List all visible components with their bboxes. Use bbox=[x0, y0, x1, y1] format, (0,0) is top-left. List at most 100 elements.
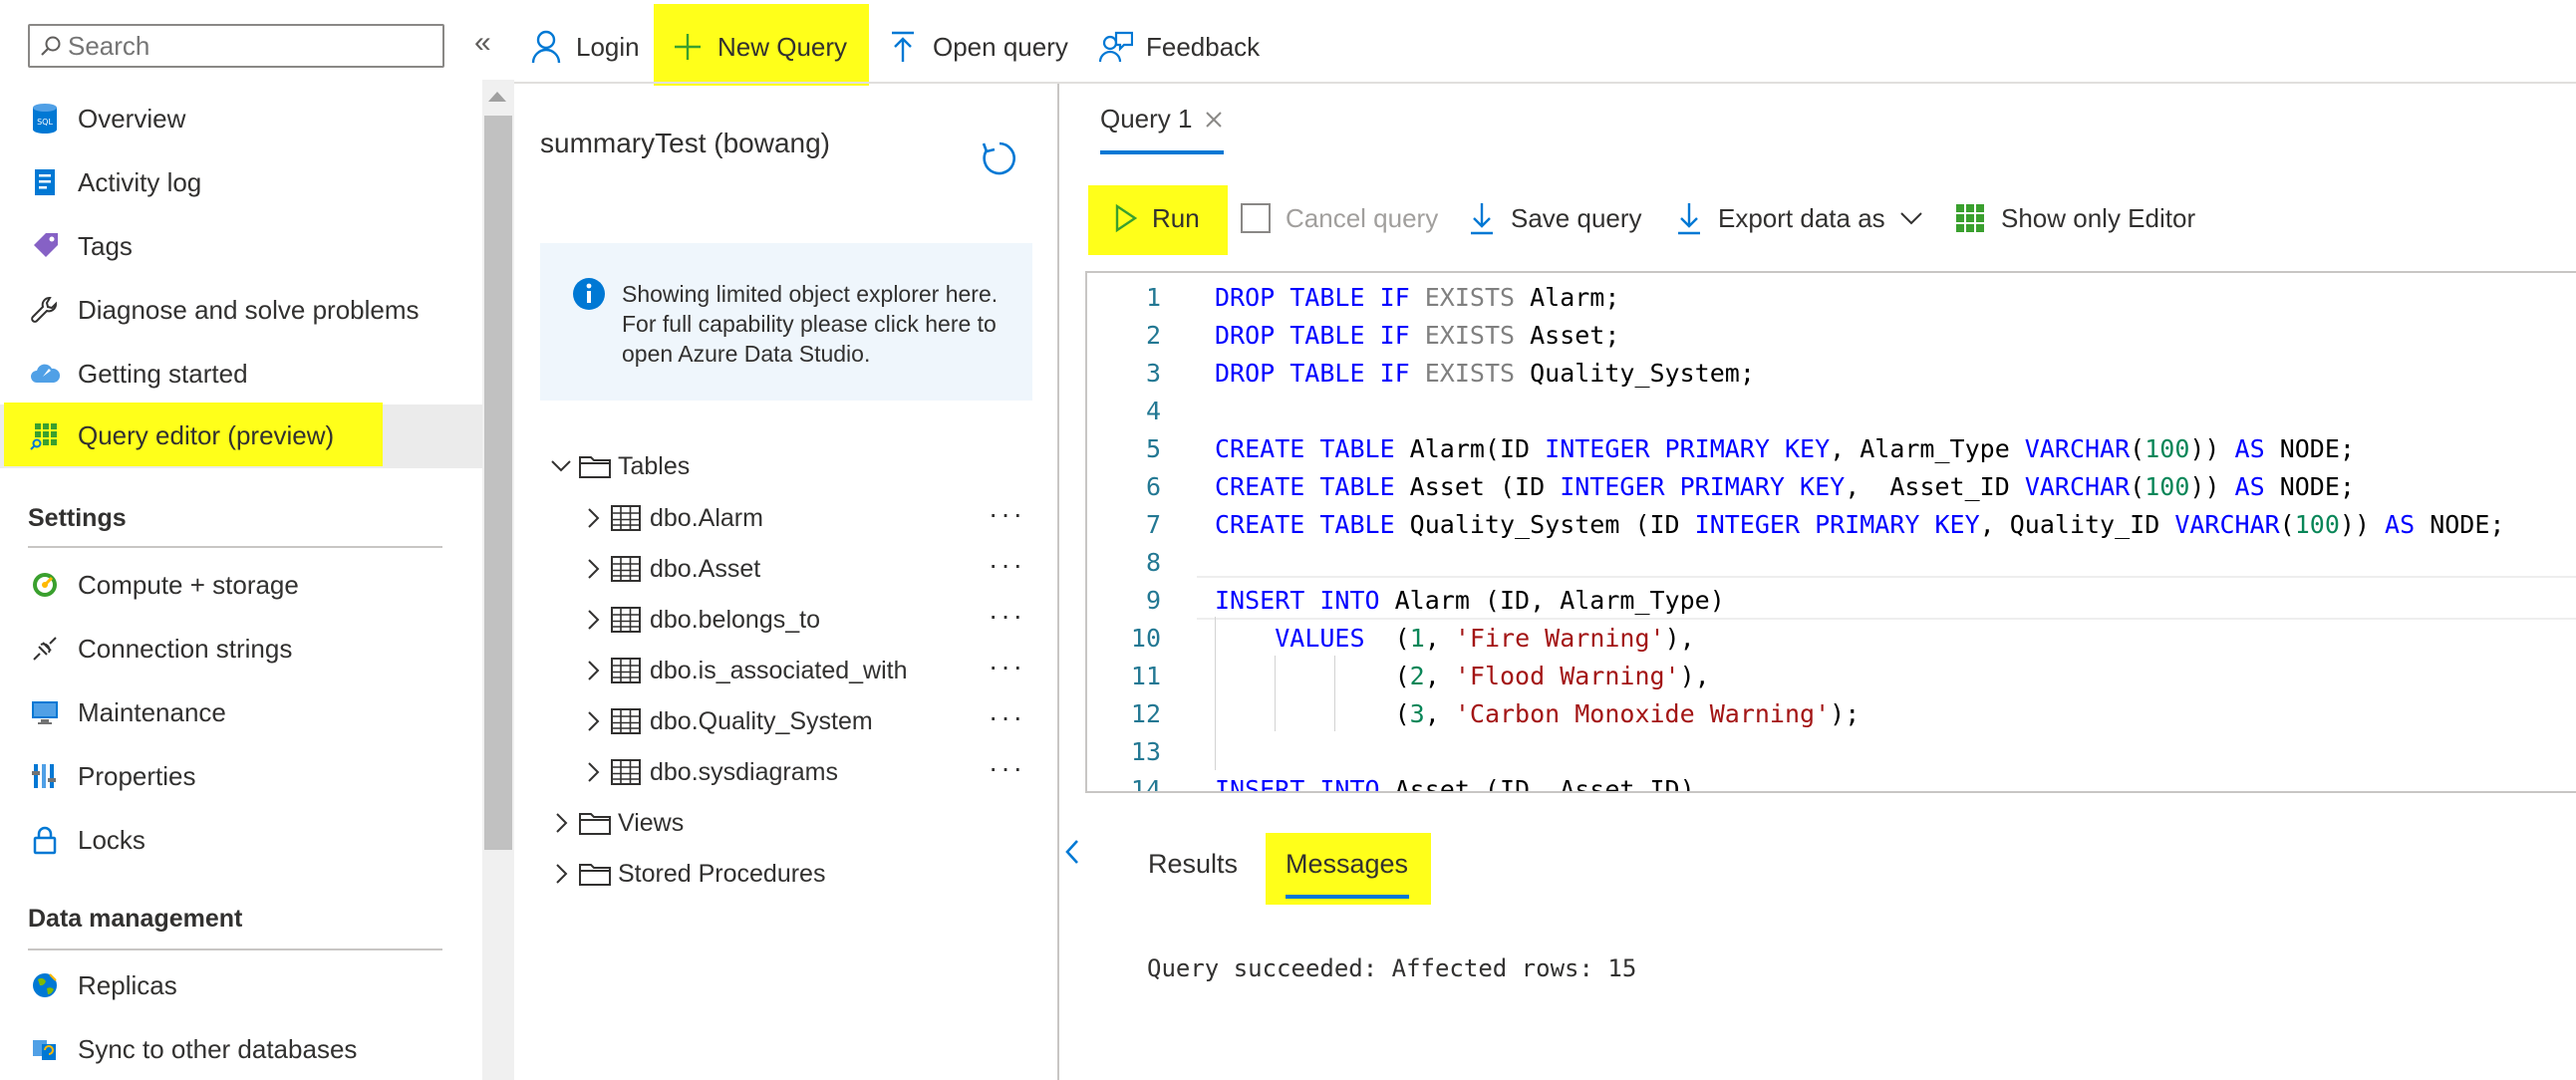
info-text[interactable]: Showing limited object explorer here. Fo… bbox=[622, 279, 1012, 369]
database-title: summaryTest (bowang) bbox=[540, 128, 830, 158]
active-tab-underline bbox=[1286, 895, 1409, 899]
person-icon bbox=[528, 29, 564, 65]
download-arrow-icon bbox=[1676, 201, 1702, 235]
play-icon bbox=[1114, 203, 1138, 233]
sidebar-item-query-editor[interactable]: Query editor (preview) bbox=[0, 405, 482, 466]
pane-divider[interactable] bbox=[1057, 84, 1059, 1080]
download-arrow-icon bbox=[1469, 201, 1495, 235]
sidebar-item-overview[interactable]: SQL Overview bbox=[0, 88, 482, 149]
sidebar-item-properties[interactable]: Properties bbox=[0, 745, 482, 807]
sidebar-item-compute-storage[interactable]: Compute + storage bbox=[0, 554, 482, 616]
more-options-button[interactable]: ··· bbox=[989, 549, 1025, 581]
settings-heading: Settings bbox=[28, 504, 127, 532]
tree-node-label: Tables bbox=[618, 451, 691, 480]
search-box[interactable] bbox=[28, 24, 444, 68]
more-options-button[interactable]: ··· bbox=[989, 701, 1025, 733]
refresh-icon[interactable] bbox=[981, 139, 1018, 182]
chevron-left-icon[interactable] bbox=[1062, 837, 1082, 872]
line-number: 11 bbox=[1130, 662, 1161, 690]
query-grid-icon bbox=[28, 418, 62, 452]
save-query-label: Save query bbox=[1511, 202, 1642, 233]
chevron-right-icon bbox=[584, 507, 602, 529]
line-number: 14 bbox=[1130, 775, 1161, 793]
sidebar-item-diagnose[interactable]: Diagnose and solve problems bbox=[0, 279, 482, 341]
info-banner[interactable]: Showing limited object explorer here. Fo… bbox=[540, 243, 1032, 401]
table-row[interactable]: dbo.is_associated_with bbox=[584, 647, 908, 694]
sql-database-icon: SQL bbox=[28, 102, 62, 135]
table-row[interactable]: dbo.sysdiagrams bbox=[584, 748, 838, 796]
sidebar-item-maintenance[interactable]: Maintenance bbox=[0, 681, 482, 743]
table-row[interactable]: dbo.Alarm bbox=[584, 494, 763, 542]
chevron-right-icon bbox=[584, 558, 602, 580]
tab-query-1[interactable]: Query 1 bbox=[1100, 104, 1224, 136]
table-row[interactable]: dbo.Quality_System bbox=[584, 697, 873, 745]
folder-icon bbox=[578, 861, 612, 887]
sidebar-item-label: Connection strings bbox=[78, 633, 293, 664]
line-number: 2 bbox=[1145, 321, 1161, 350]
cloud-rocket-icon bbox=[28, 357, 62, 391]
table-name: dbo.Asset bbox=[650, 554, 761, 583]
sidebar-item-sync[interactable]: Sync to other databases bbox=[0, 1018, 482, 1080]
cancel-query-label: Cancel query bbox=[1286, 202, 1439, 233]
folder-icon bbox=[578, 453, 612, 479]
sql-editor[interactable]: 1 DROP TABLE IF EXISTS Alarm; 2 DROP TABLE… bbox=[1085, 271, 2576, 793]
line-number: 13 bbox=[1130, 737, 1161, 766]
tree-node-views[interactable]: Views bbox=[550, 799, 684, 847]
chevron-right-icon bbox=[584, 609, 602, 631]
more-options-button[interactable]: ··· bbox=[989, 752, 1025, 784]
export-data-button[interactable]: Export data as bbox=[1676, 187, 1923, 249]
sidebar-item-getting-started[interactable]: Getting started bbox=[0, 343, 482, 405]
sidebar-item-locks[interactable]: Locks bbox=[0, 809, 482, 871]
lock-icon bbox=[28, 823, 62, 857]
sync-icon bbox=[28, 1032, 62, 1066]
tree-node-label: Stored Procedures bbox=[618, 859, 826, 888]
export-data-label: Export data as bbox=[1718, 202, 1885, 233]
table-row[interactable]: dbo.belongs_to bbox=[584, 596, 820, 644]
table-name: dbo.sysdiagrams bbox=[650, 757, 838, 786]
login-button[interactable]: Login bbox=[528, 18, 640, 76]
cancel-query-button[interactable]: Cancel query bbox=[1240, 187, 1438, 249]
tab-messages[interactable]: Messages bbox=[1286, 849, 1408, 880]
line-number: 12 bbox=[1130, 699, 1161, 728]
search-input[interactable] bbox=[68, 30, 407, 62]
table-name: dbo.Alarm bbox=[650, 503, 763, 532]
sidebar-item-tags[interactable]: Tags bbox=[0, 215, 482, 277]
open-query-button[interactable]: Open query bbox=[885, 18, 1068, 76]
feedback-label: Feedback bbox=[1146, 31, 1261, 62]
table-row[interactable]: dbo.Asset bbox=[584, 545, 760, 593]
chevron-right-icon bbox=[550, 863, 572, 885]
table-name: dbo.belongs_to bbox=[650, 605, 820, 634]
svg-text:SQL: SQL bbox=[37, 118, 53, 127]
tree-node-stored-procedures[interactable]: Stored Procedures bbox=[550, 850, 825, 898]
chevron-right-icon bbox=[550, 812, 572, 834]
collapse-sidebar-button[interactable]: « bbox=[474, 26, 491, 60]
line-number: 10 bbox=[1130, 624, 1161, 653]
more-options-button[interactable]: ··· bbox=[989, 498, 1025, 530]
tree-node-tables[interactable]: Tables bbox=[550, 442, 690, 490]
new-query-button[interactable]: New Query bbox=[670, 18, 847, 76]
show-only-editor-button[interactable]: Show only Editor bbox=[1955, 187, 2195, 249]
new-query-label: New Query bbox=[717, 31, 848, 62]
close-icon[interactable] bbox=[1204, 106, 1224, 136]
chevron-right-icon bbox=[584, 710, 602, 732]
chevron-down-icon bbox=[1899, 210, 1923, 226]
sidebar-item-label: Properties bbox=[78, 760, 196, 791]
tab-results[interactable]: Results bbox=[1148, 849, 1238, 880]
sidebar-item-activity-log[interactable]: Activity log bbox=[0, 151, 482, 213]
more-options-button[interactable]: ··· bbox=[989, 600, 1025, 632]
sidebar-item-label: Replicas bbox=[78, 969, 177, 1000]
sidebar-item-label: Diagnose and solve problems bbox=[78, 294, 420, 325]
sidebar-item-connection-strings[interactable]: Connection strings bbox=[0, 618, 482, 679]
sidebar-scroll-thumb[interactable] bbox=[484, 116, 512, 850]
sidebar-item-replicas[interactable]: Replicas bbox=[0, 954, 482, 1016]
scroll-up-arrow[interactable] bbox=[488, 92, 506, 102]
gauge-icon bbox=[28, 568, 62, 602]
properties-icon bbox=[28, 759, 62, 793]
feedback-button[interactable]: Feedback bbox=[1098, 18, 1260, 76]
run-button[interactable]: Run bbox=[1114, 187, 1200, 249]
chevron-right-icon bbox=[584, 660, 602, 681]
plug-icon bbox=[28, 632, 62, 666]
more-options-button[interactable]: ··· bbox=[989, 651, 1025, 682]
save-query-button[interactable]: Save query bbox=[1469, 187, 1642, 249]
tree-node-label: Views bbox=[618, 808, 685, 837]
